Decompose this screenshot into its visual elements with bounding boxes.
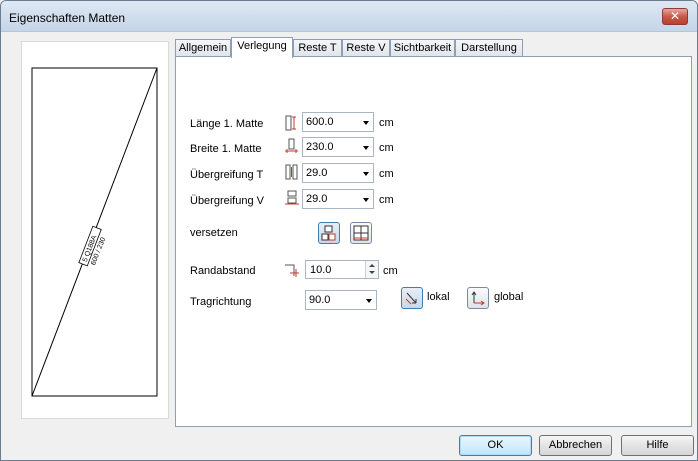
- overlap-v-icon: [285, 190, 299, 205]
- laenge-unit: cm: [379, 117, 394, 129]
- edge-distance-icon: [285, 264, 299, 277]
- window-title: Eigenschaften Matten: [9, 11, 126, 25]
- local-direction-icon: [405, 292, 417, 305]
- mat-length-icon: [285, 115, 296, 131]
- dialog-window: Eigenschaften Matten ✕ 5 Q188A 600 / 230…: [0, 0, 698, 461]
- randabstand-label: Randabstand: [190, 265, 256, 277]
- title-bar[interactable]: Eigenschaften Matten ✕: [1, 1, 697, 32]
- mat-width-icon: [285, 138, 298, 153]
- uebergreifung-v-combo[interactable]: 29.0: [302, 189, 374, 209]
- uebergreifung-t-unit: cm: [379, 168, 394, 180]
- laenge-label: Länge 1. Matte: [190, 118, 264, 130]
- laenge-combo[interactable]: 600.0: [302, 112, 374, 132]
- tab-sichtbarkeit[interactable]: Sichtbarkeit: [390, 39, 455, 57]
- uebergreifung-v-label: Übergreifung V: [190, 195, 264, 207]
- randabstand-value: 10.0: [310, 264, 332, 276]
- breite-unit: cm: [379, 142, 394, 154]
- mat-label-group: 5 Q188A 600 / 230: [78, 225, 107, 267]
- overlap-t-icon: [285, 164, 298, 180]
- chevron-down-icon[interactable]: [363, 172, 369, 176]
- direction-lokal-button[interactable]: [401, 287, 423, 309]
- tragrichtung-combo[interactable]: 90.0: [305, 290, 377, 310]
- uebergreifung-t-combo[interactable]: 29.0: [302, 163, 374, 183]
- breite-label: Breite 1. Matte: [190, 143, 262, 155]
- chevron-down-icon[interactable]: [363, 198, 369, 202]
- direction-global-button[interactable]: [467, 287, 489, 309]
- offset-grid-button[interactable]: [350, 222, 372, 244]
- breite-value: 230.0: [306, 141, 334, 153]
- tab-reste-v[interactable]: Reste V: [342, 39, 390, 57]
- uebergreifung-v-value: 29.0: [306, 193, 328, 205]
- global-direction-icon: [471, 291, 485, 306]
- staggered-layout-icon: [321, 225, 336, 241]
- spin-up-icon[interactable]: [369, 264, 375, 267]
- tab-darstellung[interactable]: Darstellung: [455, 39, 523, 57]
- dialog-client-area: 5 Q188A 600 / 230 Allgemein Verlegung Re…: [8, 32, 694, 458]
- randabstand-unit: cm: [383, 265, 398, 277]
- randabstand-spinbox[interactable]: 10.0: [305, 260, 379, 279]
- ok-button[interactable]: OK: [459, 435, 532, 456]
- tab-reste-t[interactable]: Reste T: [293, 39, 342, 57]
- versetzen-label: versetzen: [190, 227, 238, 239]
- tab-panel-verlegung: Länge 1. Matte 600.0 cm Breite 1. Matte …: [175, 56, 692, 427]
- spin-down-icon[interactable]: [369, 271, 375, 274]
- spin-buttons[interactable]: [365, 261, 378, 278]
- laenge-value: 600.0: [306, 116, 334, 128]
- uebergreifung-v-unit: cm: [379, 194, 394, 206]
- chevron-down-icon[interactable]: [363, 121, 369, 125]
- mat-preview: 5 Q188A 600 / 230: [21, 41, 169, 419]
- mat-preview-drawing: 5 Q188A 600 / 230: [31, 67, 158, 397]
- close-button[interactable]: ✕: [662, 8, 688, 25]
- chevron-down-icon[interactable]: [366, 299, 372, 303]
- help-button[interactable]: Hilfe: [621, 435, 694, 456]
- tab-allgemein[interactable]: Allgemein: [175, 39, 231, 57]
- offset-staggered-button[interactable]: [318, 222, 340, 244]
- chevron-down-icon[interactable]: [363, 146, 369, 150]
- uebergreifung-t-label: Übergreifung T: [190, 169, 264, 181]
- grid-layout-icon: [353, 225, 369, 241]
- cancel-button[interactable]: Abbrechen: [539, 435, 612, 456]
- lokal-label: lokal: [427, 291, 450, 303]
- global-label: global: [494, 291, 524, 303]
- breite-combo[interactable]: 230.0: [302, 137, 374, 157]
- tab-verlegung[interactable]: Verlegung: [231, 37, 293, 58]
- uebergreifung-t-value: 29.0: [306, 167, 328, 179]
- tragrichtung-label: Tragrichtung: [190, 296, 252, 308]
- tragrichtung-value: 90.0: [309, 294, 331, 306]
